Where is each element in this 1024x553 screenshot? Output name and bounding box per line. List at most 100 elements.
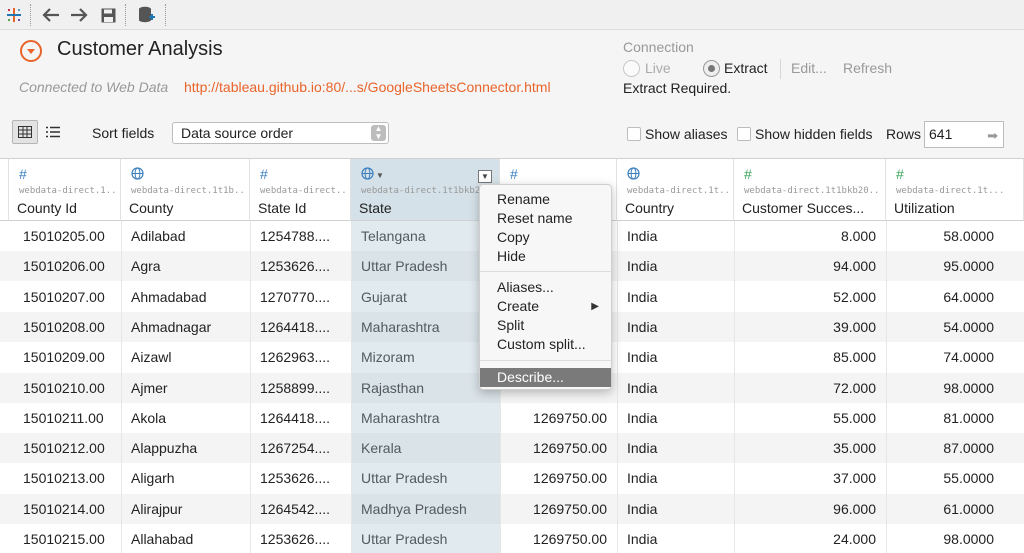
- column-name[interactable]: Utilization: [894, 200, 1019, 216]
- cell-utilization: 98.0000: [943, 379, 994, 396]
- column-header-state[interactable]: ▼ webdata-direct.1t1bkb2 State ▼: [351, 159, 500, 221]
- column-source: webdata-direct.1t...: [896, 186, 1005, 196]
- cell-state: Kerala: [361, 440, 402, 457]
- number-type-icon[interactable]: #: [260, 167, 268, 181]
- extract-radio[interactable]: [703, 60, 720, 77]
- column-header-country[interactable]: webdata-direct.1t... Country: [617, 159, 734, 221]
- menu-item-hide[interactable]: Hide: [480, 247, 611, 266]
- column-header-state-id[interactable]: # webdata-direct.... State Id: [250, 159, 351, 221]
- extract-radio-label[interactable]: Extract: [724, 60, 768, 76]
- cell-state: Uttar Pradesh: [361, 258, 448, 275]
- table-row: 15010215.00 Allahabad 1253626.... Uttar Pra…: [0, 524, 1024, 553]
- cell-country: India: [627, 440, 658, 457]
- save-icon[interactable]: [97, 4, 119, 26]
- column-divider[interactable]: [121, 221, 122, 553]
- cell-state: Mizoram: [361, 349, 415, 366]
- live-radio-label[interactable]: Live: [645, 60, 671, 76]
- menu-item-rename[interactable]: Rename: [480, 190, 611, 209]
- add-data-source-icon[interactable]: [136, 4, 158, 26]
- menu-item-split[interactable]: Split: [480, 316, 611, 335]
- column-name[interactable]: County Id: [17, 200, 116, 216]
- cell-utilization: 87.0000: [943, 440, 994, 457]
- number-type-icon[interactable]: #: [19, 167, 27, 181]
- show-hidden-fields-checkbox[interactable]: [737, 127, 751, 141]
- column-header-utilization[interactable]: # webdata-direct.1t... Utilization: [886, 159, 1024, 221]
- collapse-chevron-icon[interactable]: [20, 40, 42, 62]
- toolbar-separator: [30, 4, 31, 26]
- back-arrow-icon[interactable]: [40, 4, 62, 26]
- cell-country: India: [627, 409, 658, 426]
- number-type-icon[interactable]: #: [896, 167, 904, 181]
- list-view-button[interactable]: [40, 120, 66, 144]
- cell-state-id: 1264418....: [260, 318, 331, 335]
- menu-item-aliases[interactable]: Aliases...: [480, 278, 611, 297]
- menu-item-create[interactable]: Create ▶: [480, 297, 611, 316]
- column-name[interactable]: State Id: [258, 200, 346, 216]
- grid-view-button[interactable]: [12, 120, 38, 144]
- cell-utilization: 64.0000: [943, 288, 994, 305]
- globe-icon[interactable]: [131, 167, 144, 182]
- column-name[interactable]: Customer Succes...: [742, 200, 881, 216]
- column-name[interactable]: State: [359, 200, 495, 216]
- cell-state-id: 1267254....: [260, 440, 331, 457]
- cell-state: Madhya Pradesh: [361, 500, 467, 517]
- sort-fields-label: Sort fields: [92, 125, 155, 141]
- cell-county-id: 15010212.00: [23, 440, 105, 457]
- menu-item-describe[interactable]: Describe...: [480, 368, 611, 387]
- data-source-title[interactable]: Customer Analysis: [57, 38, 223, 61]
- go-arrow-icon[interactable]: ➡: [987, 128, 998, 144]
- cell-state: Rajasthan: [361, 379, 425, 396]
- column-context-menu: Rename Reset name Copy Hide Aliases... C…: [479, 184, 612, 390]
- refresh-extract-link[interactable]: Refresh: [843, 60, 892, 76]
- column-divider[interactable]: [734, 221, 735, 553]
- show-aliases-checkbox[interactable]: [627, 127, 641, 141]
- edit-extract-link[interactable]: Edit...: [791, 60, 827, 76]
- cell-county: Allahabad: [131, 531, 194, 547]
- cell-country: India: [627, 349, 658, 366]
- rows-input[interactable]: 641 ➡: [924, 121, 1004, 148]
- cell-state: Maharashtra: [361, 409, 440, 426]
- column-menu-dropdown-icon[interactable]: ▼: [478, 170, 492, 183]
- column-name[interactable]: County: [129, 200, 245, 216]
- cell-county: Akola: [131, 409, 167, 426]
- show-aliases-label[interactable]: Show aliases: [645, 126, 728, 142]
- menu-item-custom-split[interactable]: Custom split...: [480, 335, 611, 354]
- forward-arrow-icon[interactable]: [68, 4, 90, 26]
- sort-fields-select[interactable]: Data source order ▲ ▼: [172, 122, 389, 144]
- cell-county: Alappuzha: [131, 440, 198, 457]
- cell-county-id: 15010207.00: [23, 288, 105, 305]
- column-header-county-id[interactable]: # webdata-direct.1... County Id: [9, 159, 121, 221]
- column-name[interactable]: Country: [625, 200, 729, 216]
- number-type-icon[interactable]: #: [744, 167, 752, 181]
- menu-item-copy[interactable]: Copy: [480, 228, 611, 247]
- connector-url-link[interactable]: http://tableau.github.io:80/...s/GoogleS…: [184, 79, 551, 95]
- live-radio[interactable]: [623, 60, 640, 77]
- column-divider[interactable]: [351, 221, 352, 553]
- column-header-customer-success[interactable]: # webdata-direct.1t1bkb20... Customer Succ…: [734, 159, 886, 221]
- table-row: 15010214.00 Alirajpur 1264542.... Madhya Pr…: [0, 493, 1024, 524]
- column-divider[interactable]: [617, 221, 618, 553]
- cell-state-id: 1253626....: [260, 531, 331, 547]
- column-divider[interactable]: [250, 221, 251, 553]
- cell-county: Aizawl: [131, 349, 172, 366]
- globe-icon[interactable]: ▼: [361, 167, 384, 183]
- cell-utilization: 54.0000: [943, 318, 994, 335]
- cell-county-id: 15010213.00: [23, 470, 105, 487]
- tableau-logo-icon[interactable]: [3, 4, 25, 26]
- column-header-county[interactable]: webdata-direct.1t1b... County: [121, 159, 250, 221]
- type-caret-icon[interactable]: ▼: [376, 171, 384, 180]
- rows-value: 641: [929, 126, 953, 142]
- show-hidden-fields-label[interactable]: Show hidden fields: [755, 126, 873, 142]
- number-type-icon[interactable]: #: [510, 167, 518, 181]
- menu-item-reset-name[interactable]: Reset name: [480, 209, 611, 228]
- cell-number-field: 1269750.00: [533, 440, 607, 457]
- cell-county-id: 15010206.00: [23, 258, 105, 275]
- column-source: webdata-direct.1t1bkb2: [361, 186, 481, 196]
- globe-icon[interactable]: [627, 167, 640, 182]
- cell-customer-success: 35.000: [833, 440, 876, 457]
- cell-country: India: [627, 531, 658, 547]
- data-source-header: Customer Analysis Connected to Web Data …: [0, 30, 1024, 158]
- column-divider[interactable]: [886, 221, 887, 553]
- cell-state-id: 1264418....: [260, 409, 331, 426]
- cell-customer-success: 94.000: [833, 258, 876, 275]
